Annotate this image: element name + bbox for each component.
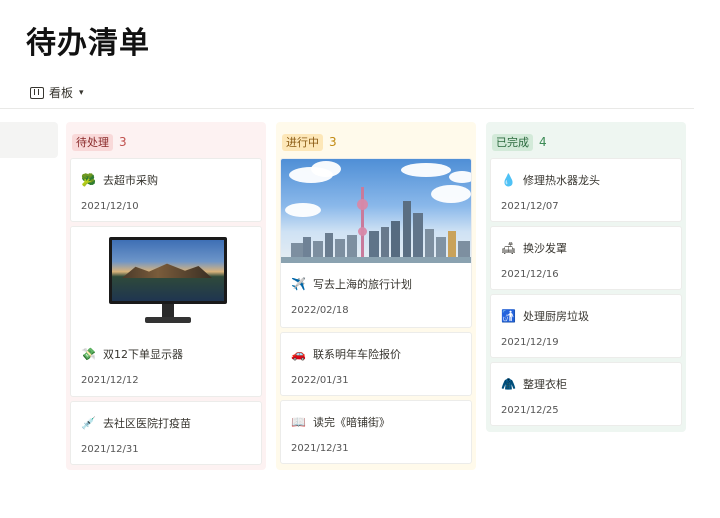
- card-title: 换沙发罩: [523, 242, 567, 255]
- airplane-icon: ✈️: [291, 277, 306, 291]
- card-date: 2022/02/18: [291, 305, 349, 316]
- card-count: 4: [539, 135, 547, 149]
- shanghai-skyline-cover-image: [281, 159, 471, 263]
- column-done: 已完成 4 💧 修理热水器龙头 2021/12/07 🛋 换沙发罩 2021/1…: [486, 122, 686, 432]
- card-date: 2021/12/31: [81, 444, 139, 455]
- card-title: 去超市采购: [103, 174, 158, 187]
- droplet-icon: 💧: [501, 173, 516, 187]
- broccoli-icon: 🥦: [81, 173, 96, 187]
- car-icon: 🚗: [291, 347, 306, 361]
- status-tag: 待处理: [72, 133, 113, 151]
- book-icon: 📖: [291, 415, 306, 429]
- card-date: 2021/12/16: [501, 269, 559, 280]
- column-in-progress: 进行中 3 ✈️ 写去上海的旅行计划 2022/02/18 🚗 联系明年车险报价…: [276, 122, 476, 470]
- card-date: 2021/12/19: [501, 337, 559, 348]
- sofa-icon: 🛋: [501, 241, 517, 255]
- header-divider: [0, 108, 694, 109]
- card-count: 3: [329, 135, 337, 149]
- trash-icon: 🚮: [501, 309, 516, 323]
- task-card[interactable]: 🧥 整理衣柜 2021/12/25: [490, 362, 682, 426]
- task-card[interactable]: 🚗 联系明年车险报价 2022/01/31: [280, 332, 472, 396]
- page-title: 待办清单: [26, 26, 150, 61]
- card-date: 2021/12/10: [81, 201, 139, 212]
- task-card[interactable]: 💉 去社区医院打疫苗 2021/12/31: [70, 401, 262, 465]
- board-icon: [30, 86, 44, 99]
- card-title: 处理厨房垃圾: [523, 310, 589, 323]
- column-header[interactable]: 待处理 3: [72, 132, 260, 152]
- view-label: 看板: [49, 86, 74, 100]
- hidden-column-edge: [0, 122, 58, 158]
- card-title: 整理衣柜: [523, 378, 567, 391]
- card-title: 读完《暗铺街》: [313, 416, 390, 429]
- card-count: 3: [119, 135, 127, 149]
- card-title: 去社区医院打疫苗: [103, 417, 191, 430]
- task-card[interactable]: 💧 修理热水器龙头 2021/12/07: [490, 158, 682, 222]
- card-title: 修理热水器龙头: [523, 174, 600, 187]
- card-date: 2021/12/25: [501, 405, 559, 416]
- task-card[interactable]: 💸 双12下单显示器 2021/12/12: [70, 226, 262, 397]
- card-date: 2021/12/31: [291, 443, 349, 454]
- coat-icon: 🧥: [501, 377, 516, 391]
- card-date: 2022/01/31: [291, 375, 349, 386]
- card-title: 写去上海的旅行计划: [313, 278, 412, 291]
- task-card[interactable]: ✈️ 写去上海的旅行计划 2022/02/18: [280, 158, 472, 328]
- card-title: 联系明年车险报价: [313, 348, 401, 361]
- monitor-cover-image: [71, 227, 261, 333]
- task-card[interactable]: 📖 读完《暗铺街》 2021/12/31: [280, 400, 472, 464]
- card-date: 2021/12/12: [81, 375, 139, 386]
- status-tag: 进行中: [282, 133, 323, 151]
- task-card[interactable]: 🥦 去超市采购 2021/12/10: [70, 158, 262, 222]
- view-switcher[interactable]: 看板 ▾: [30, 84, 84, 101]
- task-card[interactable]: 🛋 换沙发罩 2021/12/16: [490, 226, 682, 290]
- column-todo: 待处理 3 🥦 去超市采购 2021/12/10 💸 双12下单显示器 2021…: [66, 122, 266, 470]
- column-header[interactable]: 进行中 3: [282, 132, 470, 152]
- column-header[interactable]: 已完成 4: [492, 132, 680, 152]
- money-icon: 💸: [81, 347, 96, 361]
- status-tag: 已完成: [492, 133, 533, 151]
- chevron-down-icon: ▾: [79, 87, 84, 98]
- card-title: 双12下单显示器: [103, 348, 183, 361]
- task-card[interactable]: 🚮 处理厨房垃圾 2021/12/19: [490, 294, 682, 358]
- card-date: 2021/12/07: [501, 201, 559, 212]
- syringe-icon: 💉: [81, 416, 96, 430]
